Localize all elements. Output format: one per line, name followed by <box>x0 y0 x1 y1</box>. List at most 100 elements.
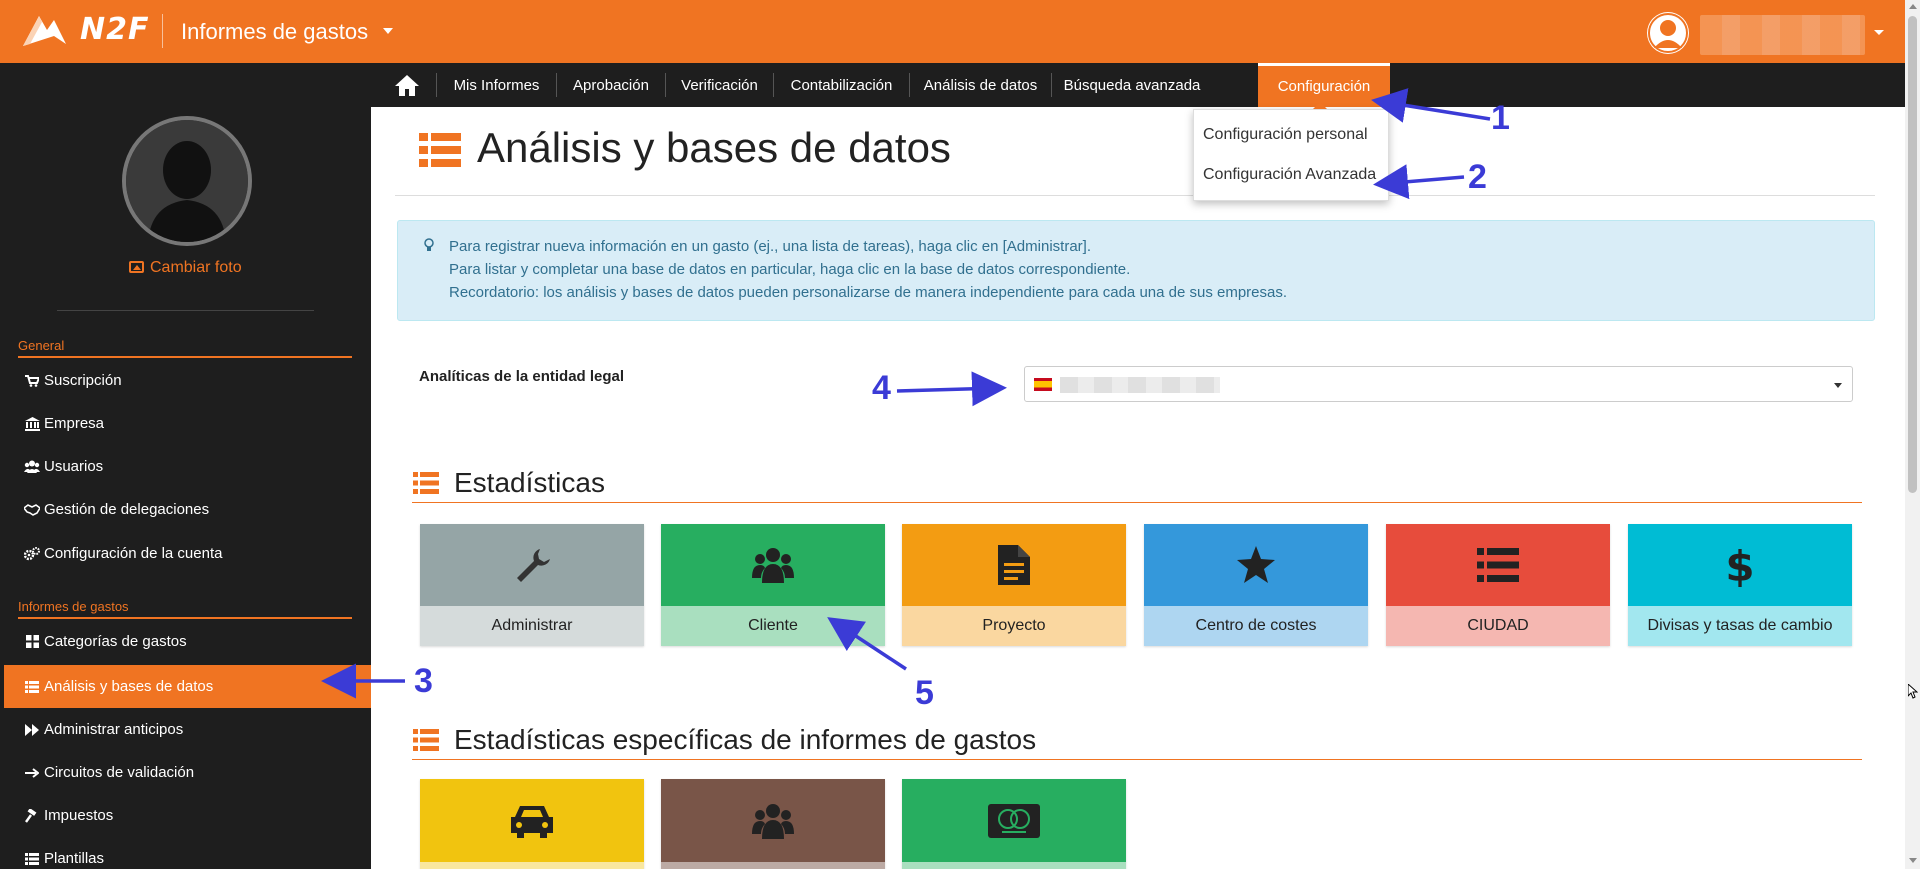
nav-mis-informes[interactable]: Mis Informes <box>437 63 556 107</box>
user-menu-caret-icon[interactable] <box>1874 30 1884 35</box>
handshake-icon <box>24 502 40 518</box>
profile-picture[interactable] <box>122 116 252 246</box>
annotation-number-3: 3 <box>414 662 433 700</box>
sidebar-item-gestion-delegaciones[interactable]: Gestión de delegaciones <box>0 488 371 531</box>
sidebar-item-empresa[interactable]: Empresa <box>0 402 371 445</box>
section-title-general: General <box>18 338 65 353</box>
section-rule <box>412 502 1862 503</box>
gavel-icon <box>24 808 40 824</box>
tile-administrar[interactable]: Administrar <box>420 524 644 646</box>
tile-cliente[interactable]: Cliente <box>661 524 885 646</box>
sidebar-divider <box>57 310 314 311</box>
nav-aprobacion[interactable]: Aprobación <box>557 63 665 107</box>
sidebar-item-configuracion-cuenta[interactable]: Configuración de la cuenta <box>0 532 371 575</box>
tile-ciudad[interactable]: CIUDAD <box>1386 524 1610 646</box>
tile-divisas[interactable]: $ Divisas y tasas de cambio <box>1628 524 1852 646</box>
sidebar-item-usuarios[interactable]: Usuarios <box>0 445 371 488</box>
grid-icon <box>24 634 40 650</box>
tile-centro-de-costes[interactable]: Centro de costes <box>1144 524 1368 646</box>
section-title-estadisticas: Estadísticas <box>454 467 605 498</box>
sidebar-item-analisis-bases-datos[interactable]: Análisis y bases de datos <box>4 665 371 708</box>
mastercard-icon <box>988 803 1040 838</box>
cart-icon <box>24 373 40 389</box>
nav-contabilizacion[interactable]: Contabilización <box>774 63 909 107</box>
sidebar-item-categorias-gastos[interactable]: Categorías de gastos <box>0 620 371 663</box>
user-avatar[interactable] <box>1647 12 1689 54</box>
info-box: Para registrar nueva información en un g… <box>397 220 1875 321</box>
sidebar-item-label: Impuestos <box>44 807 114 824</box>
legal-entity-label: Analíticas de la entidad legal <box>419 368 625 385</box>
change-photo-label: Cambiar foto <box>150 259 242 276</box>
tile-label <box>902 862 1126 869</box>
sidebar-item-label: Circuitos de validación <box>44 764 195 781</box>
info-line: Recordatorio: los análisis y bases de da… <box>449 284 1288 301</box>
sidebar-item-impuestos[interactable]: Impuestos <box>0 794 371 837</box>
users-icon <box>752 803 794 839</box>
picture-icon <box>129 261 144 273</box>
fast-forward-icon <box>24 722 40 738</box>
annotation-number-1: 1 <box>1491 99 1510 137</box>
lightbulb-icon <box>424 238 434 251</box>
change-photo-link[interactable]: Cambiar foto <box>129 259 242 277</box>
list-icon <box>24 679 40 695</box>
tile-tarjeta[interactable] <box>902 779 1126 869</box>
svg-text:$: $ <box>1727 543 1753 587</box>
tile-top <box>661 779 885 862</box>
info-line: Para registrar nueva información en un g… <box>449 238 1091 255</box>
gears-icon <box>24 546 40 562</box>
home-icon[interactable] <box>394 73 420 97</box>
nav-analisis-de-datos[interactable]: Análisis de datos <box>910 63 1051 107</box>
users-icon <box>24 459 40 475</box>
list-icon <box>24 851 40 867</box>
menu-item-configuracion-avanzada[interactable]: Configuración Avanzada <box>1203 166 1376 184</box>
legal-entity-select[interactable] <box>1024 366 1853 402</box>
star-icon <box>1237 546 1275 583</box>
sidebar-item-label: Análisis y bases de datos <box>44 678 214 695</box>
sidebar-item-circuitos-validacion[interactable]: Circuitos de validación <box>0 751 371 794</box>
annotation-number-4: 4 <box>872 369 891 407</box>
sidebar-item-administrar-anticipos[interactable]: Administrar anticipos <box>0 708 371 751</box>
scroll-down-arrow-icon[interactable] <box>1909 858 1917 863</box>
user-name-redacted[interactable] <box>1700 15 1865 55</box>
tile-top <box>1144 524 1368 606</box>
list-icon <box>419 133 461 167</box>
dropdown-caret <box>1313 102 1327 109</box>
section-title-especificas: Estadísticas específicas de informes de … <box>454 724 1037 755</box>
nav-verificacion[interactable]: Verificación <box>666 63 773 107</box>
sidebar-item-label: Empresa <box>44 415 105 432</box>
sidebar-item-plantillas[interactable]: Plantillas <box>0 837 371 869</box>
tile-label: CIUDAD <box>1386 606 1610 646</box>
configuracion-dropdown: Configuración personal Configuración Ava… <box>1193 109 1389 201</box>
app-window: N2F Informes de gastos Mis Informes Apro… <box>0 0 1920 869</box>
arrow-right-icon <box>24 765 40 781</box>
chevron-down-icon[interactable] <box>1834 383 1842 388</box>
annotation-number-2: 2 <box>1468 158 1487 196</box>
annotation-arrow-2 <box>1373 164 1465 200</box>
tile-label <box>420 862 644 869</box>
tile-label: Proyecto <box>902 606 1126 646</box>
app-separator <box>162 14 163 48</box>
page-title: Análisis y bases de datos <box>477 124 951 171</box>
annotation-number-5: 5 <box>915 674 934 712</box>
mouse-cursor-icon <box>1908 684 1918 699</box>
menu-item-configuracion-personal[interactable]: Configuración personal <box>1203 126 1368 144</box>
app-switcher-caret-icon[interactable] <box>383 28 393 34</box>
tile-invitados[interactable] <box>661 779 885 869</box>
app-title[interactable]: Informes de gastos <box>181 19 368 45</box>
tile-proyecto[interactable]: Proyecto <box>902 524 1126 646</box>
nav-configuracion[interactable]: Configuración <box>1258 63 1390 107</box>
sidebar-item-suscripcion[interactable]: Suscripción <box>0 359 371 402</box>
tile-label: Divisas y tasas de cambio <box>1628 606 1852 646</box>
annotation-arrow-4 <box>896 371 1007 407</box>
scroll-thumb[interactable] <box>1908 16 1917 493</box>
tile-vehiculo[interactable] <box>420 779 644 869</box>
title-divider <box>395 195 1875 196</box>
scroll-up-arrow-icon[interactable] <box>1909 4 1917 9</box>
tile-label <box>661 862 885 869</box>
list-icon <box>413 472 439 494</box>
page-scrollbar[interactable] <box>1905 0 1920 869</box>
bank-icon <box>24 416 40 432</box>
sidebar-item-label: Usuarios <box>44 458 104 475</box>
dollar-icon: $ <box>1727 543 1753 587</box>
nav-busqueda-avanzada[interactable]: Búsqueda avanzada <box>1052 63 1212 107</box>
